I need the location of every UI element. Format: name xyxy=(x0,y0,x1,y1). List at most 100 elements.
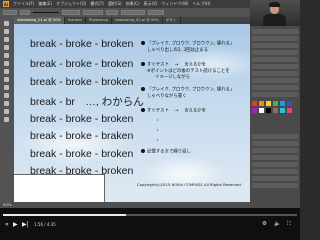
panel-header[interactable] xyxy=(252,141,298,146)
document-setup-button[interactable] xyxy=(121,10,145,15)
color-swatch[interactable] xyxy=(252,101,257,106)
document-tab[interactable]: Photoshop xyxy=(86,17,112,24)
fullscreen-icon[interactable]: ⛶ xyxy=(287,221,291,228)
bullet-icon xyxy=(141,149,145,153)
next-icon[interactable]: ▶| xyxy=(22,221,29,228)
note-block-3: 「ブレイク, ブロウク, ブロウクン, 壊れる」 しゃべりながら書く xyxy=(141,87,234,100)
panel-header[interactable] xyxy=(252,134,298,139)
app-logo-icon[interactable]: Ai xyxy=(3,1,9,7)
note-block-1: 「ブレイク, ブロウク, ブロウクン, 壊れる」 しゃべり出しの2, 3回は止ま… xyxy=(141,41,234,54)
play-icon[interactable]: ▶ xyxy=(13,221,18,228)
panel-header[interactable] xyxy=(252,183,298,188)
panel-header[interactable] xyxy=(252,176,298,181)
color-swatch[interactable] xyxy=(280,101,285,106)
right-panel-dock xyxy=(250,26,300,216)
rotate-tool-icon[interactable] xyxy=(4,85,9,90)
menu-view[interactable]: 表示(V) xyxy=(144,0,158,8)
phrase-line: break - broke - broken xyxy=(30,76,134,88)
document-tab[interactable]: shadowing_01.ai @ 50% xyxy=(14,17,65,24)
type-tool-icon[interactable] xyxy=(4,45,9,50)
menu-edit[interactable]: 編集(E) xyxy=(38,0,52,8)
color-swatch[interactable] xyxy=(266,108,271,113)
secondary-artboard[interactable] xyxy=(14,174,105,202)
fill-color-control[interactable] xyxy=(3,10,17,15)
panel-header[interactable] xyxy=(252,78,298,83)
panel-header[interactable] xyxy=(252,50,298,55)
hand-tool-icon[interactable] xyxy=(4,109,9,114)
color-swatch[interactable] xyxy=(287,101,292,106)
menu-help[interactable]: ヘルプ(H) xyxy=(192,0,210,8)
color-swatch[interactable] xyxy=(273,108,278,113)
opacity-control[interactable] xyxy=(83,10,103,15)
bullet-icon xyxy=(141,41,145,45)
color-swatch[interactable] xyxy=(259,108,264,113)
menu-window[interactable]: ウィンドウ(W) xyxy=(161,0,188,8)
document-tab[interactable]: ボタン xyxy=(163,17,181,24)
pencil-tool-icon[interactable] xyxy=(4,77,9,82)
note-text: しゃべり出しの2, 3回は止まる xyxy=(147,47,209,53)
control-bar xyxy=(0,8,250,17)
note-text: しゃべりながら書く xyxy=(147,93,187,99)
note-text: すぐテスト → 言えるかを xyxy=(147,108,207,114)
phrase-line: break - broke - braken xyxy=(30,130,134,142)
note-text: イメージしながら xyxy=(155,74,191,80)
menu-file[interactable]: ファイル(F) xyxy=(13,0,34,8)
note-block-5: 記憶するまで繰り返し xyxy=(141,149,191,156)
menu-select[interactable]: 選択(S) xyxy=(108,0,122,8)
pen-tool-icon[interactable] xyxy=(4,37,9,42)
panel-header[interactable] xyxy=(252,71,298,76)
webcam-overlay xyxy=(250,0,300,26)
progress-fill xyxy=(3,214,127,216)
line-tool-icon[interactable] xyxy=(4,53,9,58)
panel-header[interactable] xyxy=(252,85,298,90)
panel-header[interactable] xyxy=(252,36,298,41)
color-swatch[interactable] xyxy=(287,108,292,113)
color-swatch[interactable] xyxy=(273,101,278,106)
phrase-line: break - br …, わからん xyxy=(30,96,144,108)
preferences-button[interactable] xyxy=(148,10,164,15)
document-tab-bar: shadowing_01.ai @ 50% Ilstrator Photosho… xyxy=(14,17,250,24)
color-swatch[interactable] xyxy=(252,108,257,113)
phrase-line: break - broke - broken xyxy=(30,113,134,125)
dot-separator: ・ xyxy=(155,118,161,124)
panel-header[interactable] xyxy=(252,57,298,62)
eyedropper-tool-icon[interactable] xyxy=(4,101,9,106)
artboard-canvas[interactable]: break - broke - broken break - broke - b… xyxy=(14,24,250,202)
phrase-line: break - broke - broken xyxy=(30,148,134,160)
menu-effect[interactable]: 効果(C) xyxy=(126,0,140,8)
stroke-width-field[interactable] xyxy=(62,10,80,15)
brush-tool-icon[interactable] xyxy=(4,69,9,74)
panel-header[interactable] xyxy=(252,29,298,34)
document-tab[interactable]: Ilstrator xyxy=(65,17,87,24)
menu-object[interactable]: オブジェクト(O) xyxy=(56,0,86,8)
panel-header[interactable] xyxy=(252,92,298,97)
back-icon[interactable]: « xyxy=(5,221,9,228)
phrase-line: break - broke - broken xyxy=(30,58,134,70)
style-control[interactable] xyxy=(106,10,118,15)
selection-tool-icon[interactable] xyxy=(4,21,9,26)
bullet-icon xyxy=(141,87,145,91)
bullet-icon xyxy=(141,62,145,66)
panel-header[interactable] xyxy=(252,162,298,167)
panel-header[interactable] xyxy=(252,148,298,153)
volume-icon[interactable]: 🔈 xyxy=(274,221,281,227)
panel-header[interactable] xyxy=(252,64,298,69)
settings-icon[interactable]: ⚙ xyxy=(262,221,267,227)
note-text: 「ブレイク, ブロウク, ブロウクン, 壊れる」 xyxy=(147,87,235,93)
stroke-color-control[interactable] xyxy=(20,10,30,15)
color-swatch[interactable] xyxy=(266,101,271,106)
menu-type[interactable]: 書式(T) xyxy=(90,0,104,8)
panel-header[interactable] xyxy=(252,169,298,174)
color-swatch[interactable] xyxy=(280,108,285,113)
phrase-line: break - broke - broken xyxy=(30,38,134,50)
rectangle-tool-icon[interactable] xyxy=(4,61,9,66)
video-player-controls: « ▶ ▶| 1:56 / 4:35 ⚙ 🔈 ⛶ xyxy=(0,208,300,240)
color-swatch[interactable] xyxy=(259,101,264,106)
panel-header[interactable] xyxy=(252,155,298,160)
direct-selection-tool-icon[interactable] xyxy=(4,29,9,34)
document-tab[interactable]: shadowing_02.ai @ 50% xyxy=(112,17,163,24)
zoom-tool-icon[interactable] xyxy=(4,117,9,122)
scale-tool-icon[interactable] xyxy=(4,93,9,98)
progress-track[interactable] xyxy=(3,214,297,216)
panel-header[interactable] xyxy=(252,43,298,48)
